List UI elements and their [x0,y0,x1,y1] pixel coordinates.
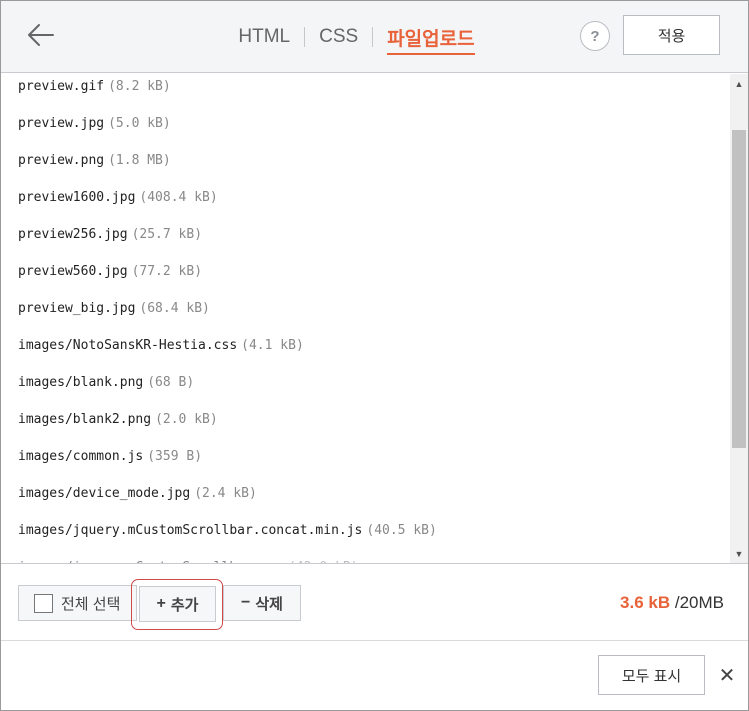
file-name: preview256.jpg [18,227,128,242]
help-button[interactable]: ? [580,21,610,51]
plus-icon: + [156,595,166,612]
file-size: (68 B) [147,375,195,390]
file-list-item[interactable]: images/blank.png (68 B) [1,370,730,407]
file-size: (42.0 kB) [288,560,358,563]
file-size: (77.2 kB) [131,264,203,279]
file-list-item[interactable]: images/jquery.mCustomScrollbar.css (42.0 … [1,555,730,563]
file-list-item[interactable]: preview1600.jpg (408.4 kB) [1,185,730,222]
checkbox-box[interactable] [34,593,53,613]
file-list-item[interactable]: preview.jpg (5.0 kB) [1,111,730,148]
tab-file-upload[interactable]: 파일업로드 [387,20,475,55]
file-list-item[interactable]: preview.png (1.8 MB) [1,148,730,185]
file-list-item[interactable]: preview256.jpg (25.7 kB) [1,222,730,259]
file-name: images/NotoSansKR-Hestia.css [18,338,238,353]
close-icon[interactable]: ✕ [715,663,739,687]
delete-file-button[interactable]: − 삭제 [223,585,301,621]
select-all-label: 전체 선택 [61,595,121,613]
show-all-button[interactable]: 모두 표시 [598,655,705,695]
file-name: preview.png [18,153,105,168]
minus-icon: − [241,594,251,611]
tab-html[interactable]: HTML [238,22,290,52]
apply-button[interactable]: 적용 [623,15,720,55]
file-list-item[interactable]: images/blank2.png (2.0 kB) [1,407,730,444]
dialog-header: HTML CSS 파일업로드 ? 적용 [1,1,748,73]
file-list-item[interactable]: images/NotoSansKR-Hestia.css (4.1 kB) [1,333,730,370]
file-name: preview560.jpg [18,264,128,279]
file-name: preview_big.jpg [18,301,136,316]
file-name: preview1600.jpg [18,190,136,205]
quota-total: 20MB [679,593,724,612]
file-name: images/jquery.mCustomScrollbar.css [18,560,284,563]
file-size: (4.1 kB) [241,338,304,353]
file-size: (2.0 kB) [155,412,218,427]
file-list-item[interactable]: preview560.jpg (77.2 kB) [1,259,730,296]
storage-quota: 3.6 kB /20MB [620,593,724,613]
add-button-label: 추가 [170,596,199,614]
file-list-item[interactable]: images/jquery.mCustomScrollbar.concat.mi… [1,518,730,555]
file-name: images/common.js [18,449,144,464]
file-list-item[interactable]: preview_big.jpg (68.4 kB) [1,296,730,333]
file-name: images/blank2.png [18,412,152,427]
file-size: (1.8 MB) [108,153,171,168]
file-size: (408.4 kB) [139,190,218,205]
file-size: (5.0 kB) [108,116,171,131]
dialog-footer: 모두 표시 ✕ [1,642,748,710]
file-size: (68.4 kB) [139,301,210,316]
vertical-scrollbar[interactable]: ▲ ▼ [730,74,748,563]
file-size: (8.2 kB) [108,79,171,94]
scroll-thumb[interactable] [732,130,746,448]
file-size: (25.7 kB) [131,227,203,242]
scroll-up-arrow-icon[interactable]: ▲ [730,76,748,92]
file-size: (40.5 kB) [366,523,437,538]
file-size: (2.4 kB) [194,486,257,501]
file-list: preview.gif (8.2 kB) preview.jpg (5.0 kB) pr… [1,74,730,563]
quota-used: 3.6 kB [620,593,671,612]
scroll-down-arrow-icon[interactable]: ▼ [730,546,748,562]
select-all-checkbox[interactable]: 전체 선택 [18,585,137,621]
delete-button-label: 삭제 [255,595,283,613]
file-list-item[interactable]: images/common.js (359 B) [1,444,730,481]
file-name: images/device_mode.jpg [18,486,191,501]
file-list-item[interactable]: images/device_mode.jpg (2.4 kB) [1,481,730,518]
tab-css[interactable]: CSS [319,22,358,52]
file-name: preview.gif [18,79,105,94]
file-action-bar: 전체 선택 + 추가 − 삭제 3.6 kB /20MB [1,565,748,641]
add-file-button[interactable]: + 추가 [139,586,216,622]
file-size: (359 B) [147,449,203,464]
tab-divider [372,27,374,47]
file-name: images/jquery.mCustomScrollbar.concat.mi… [18,523,363,538]
file-list-item[interactable]: preview.gif (8.2 kB) [1,74,730,111]
file-list-area: preview.gif (8.2 kB) preview.jpg (5.0 kB) pr… [1,74,748,564]
tab-divider [304,27,306,47]
file-name: preview.jpg [18,116,105,131]
file-name: images/blank.png [18,375,144,390]
file-upload-dialog: HTML CSS 파일업로드 ? 적용 preview.gif (8.2 kB) p… [0,0,749,711]
